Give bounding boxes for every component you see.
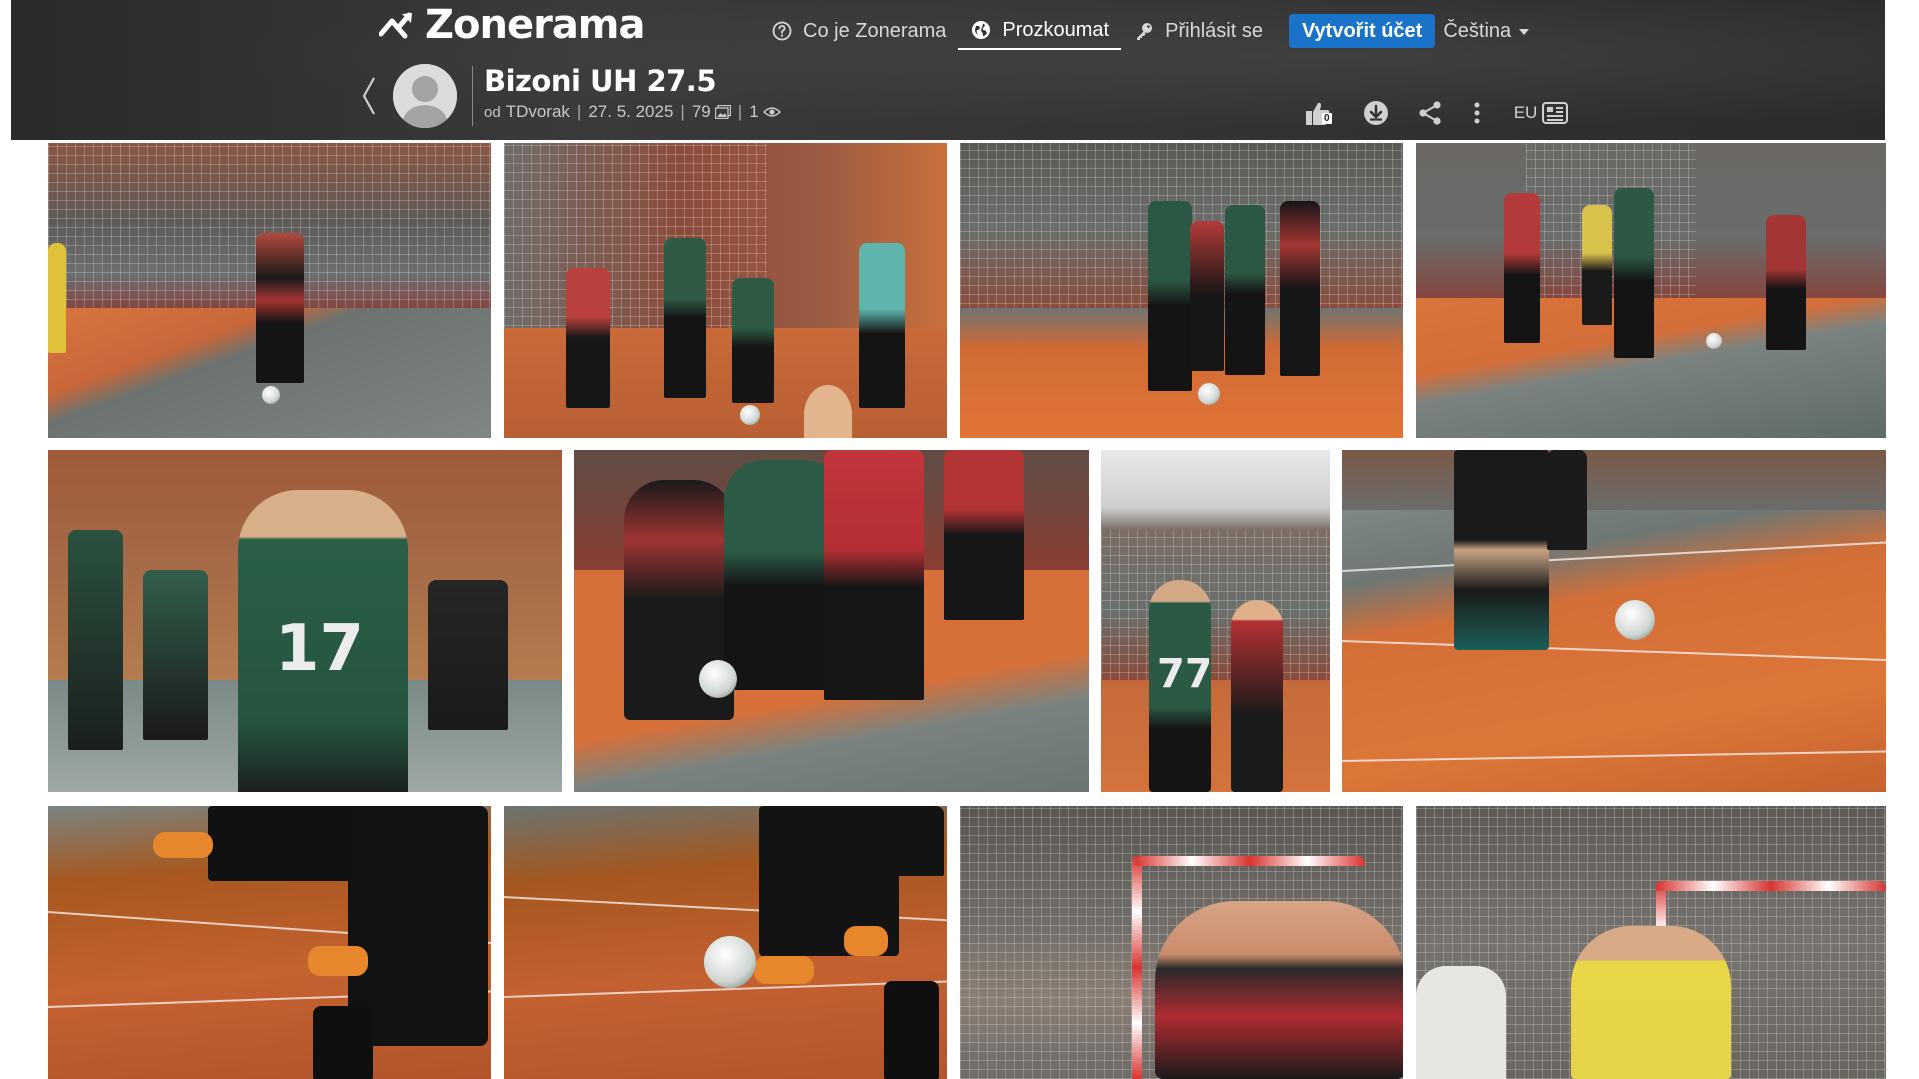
by-prefix: od	[484, 103, 501, 121]
jersey-name-graphic	[280, 580, 286, 603]
create-account-button[interactable]: Vytvořit účet	[1288, 14, 1436, 48]
download-icon	[1364, 101, 1388, 125]
gallery-photo[interactable]	[1342, 450, 1886, 792]
language-label: Čeština	[1443, 19, 1512, 42]
album-toolbar: 0 EU	[1291, 96, 1591, 130]
nav-explore-label: Prozkoumat	[1002, 18, 1110, 41]
svg-text:77: 77	[1157, 651, 1209, 695]
question-circle-icon	[771, 20, 793, 42]
chevron-down-icon	[1519, 29, 1530, 35]
zonerama-logo-icon	[379, 12, 412, 39]
language-selector[interactable]: Čeština	[1443, 19, 1530, 43]
eu-lottery-icon	[1542, 102, 1569, 124]
more-vertical-icon	[1474, 102, 1480, 124]
eu-label: EU	[1513, 103, 1538, 122]
top-navigation: Co je Zonerama Prozkoumat Přihlásit se V…	[759, 12, 1530, 50]
zonerama-logo[interactable]: Zonerama	[379, 2, 645, 48]
photo-count: 79	[691, 102, 711, 121]
nav-about-label: Co je Zonerama	[803, 19, 947, 42]
more-options-button[interactable]	[1467, 96, 1487, 130]
like-button[interactable]: 0	[1298, 96, 1338, 130]
nav-login-label: Přihlásit se	[1165, 19, 1263, 42]
nav-login[interactable]: Přihlásit se	[1121, 12, 1275, 50]
photos-icon	[714, 105, 731, 119]
key-icon	[1133, 20, 1155, 42]
gallery-photo[interactable]	[1416, 143, 1886, 438]
gallery-photo[interactable]	[48, 143, 491, 438]
jersey-number-graphic: 17	[270, 610, 364, 686]
gallery-photo[interactable]	[48, 806, 491, 1079]
album-meta: od TDvorak | 27. 5. 2025 | 79 | 1	[484, 102, 781, 122]
album-date: 27. 5. 2025	[588, 102, 674, 121]
brand-name: Zonerama	[425, 2, 645, 48]
meta-separator: |	[576, 102, 582, 121]
svg-text:17: 17	[275, 612, 360, 680]
gallery-photo[interactable]	[504, 806, 947, 1079]
author-link[interactable]: TDvorak	[506, 102, 570, 122]
author-avatar[interactable]	[393, 64, 457, 128]
meta-separator: |	[680, 102, 685, 121]
view-count: 1	[749, 102, 759, 121]
globe-icon	[970, 19, 992, 41]
gallery-photo[interactable]: 17	[48, 450, 562, 792]
jersey-number-graphic: 77	[1155, 645, 1213, 697]
share-button[interactable]	[1413, 96, 1447, 130]
eu-lottery-button[interactable]: EU	[1511, 96, 1571, 130]
gallery-photo[interactable]: 77	[1101, 450, 1330, 792]
back-chevron-icon[interactable]	[361, 76, 377, 116]
album-title: Bizoni UH 27.5	[484, 64, 717, 98]
user-silhouette-icon	[393, 64, 457, 128]
gallery-photo[interactable]	[574, 450, 1089, 792]
like-count: 0	[1322, 113, 1332, 124]
nav-explore[interactable]: Prozkoumat	[958, 12, 1122, 50]
gallery-photo[interactable]	[504, 143, 947, 438]
eye-icon	[762, 105, 781, 119]
photo-gallery: 17 77	[0, 140, 1919, 1079]
gallery-photo[interactable]	[960, 143, 1403, 438]
meta-separator: |	[737, 102, 743, 121]
download-button[interactable]	[1359, 96, 1393, 130]
header-divider	[472, 66, 473, 126]
gallery-photo[interactable]	[960, 806, 1403, 1079]
nav-about[interactable]: Co je Zonerama	[759, 12, 958, 50]
gallery-photo[interactable]	[1416, 806, 1886, 1079]
top-header: Zonerama Co je Zonerama Prozkoumat Přihl…	[11, 0, 1885, 140]
share-icon	[1419, 101, 1441, 125]
